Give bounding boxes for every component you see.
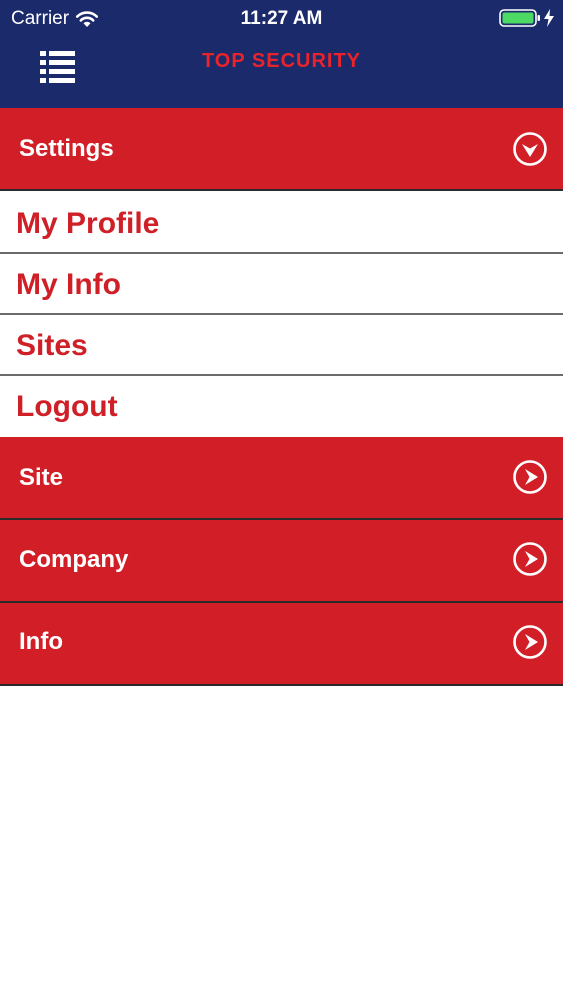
section-site-label: Site [19,464,64,491]
chevron-right-circle-icon[interactable] [512,541,548,577]
status-battery [499,8,555,28]
section-site[interactable]: Site [0,437,563,520]
charging-bolt-icon [544,9,554,27]
chevron-down-circle-icon[interactable] [512,131,548,167]
section-settings[interactable]: Settings [0,108,563,191]
section-info[interactable]: Info [0,603,563,686]
menu-item-logout[interactable]: Logout [0,376,563,437]
menu-item-label: My Info [16,268,121,301]
section-info-label: Info [19,628,63,655]
menu-item-label: Sites [16,329,88,362]
status-bar: Carrier 11:27 AM [0,0,563,38]
chevron-right-circle-icon[interactable] [512,624,548,660]
menu-item-my-info[interactable]: My Info [0,254,563,315]
menu-item-sites[interactable]: Sites [0,315,563,376]
battery-icon [499,9,540,27]
nav-bar: TOP SECURITY [0,38,563,108]
menu-item-label: Logout [16,390,118,423]
chevron-right-circle-icon[interactable] [512,459,548,495]
app-title: TOP SECURITY [201,50,362,72]
section-settings-label: Settings [19,135,114,162]
section-company[interactable]: Company [0,520,563,603]
menu-item-label: My Profile [16,207,160,240]
menu-item-my-profile[interactable]: My Profile [0,193,563,254]
status-time: 11:27 AM [240,8,323,29]
section-company-label: Company [19,546,129,573]
